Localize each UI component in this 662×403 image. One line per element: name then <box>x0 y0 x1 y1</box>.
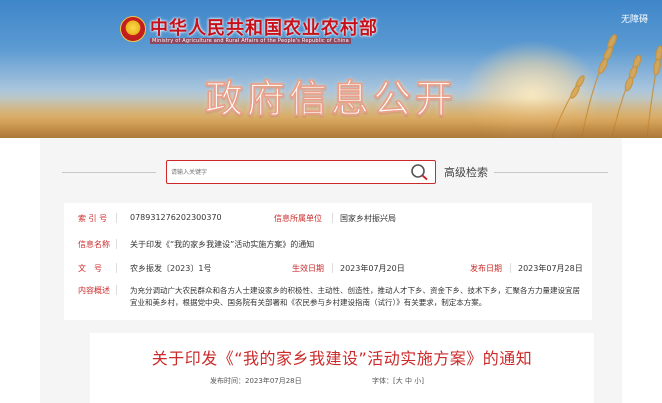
font-size-controls: 字体：[大 中 小] <box>372 376 424 386</box>
divider <box>332 263 333 273</box>
name-value: 关于印发《“我的家乡我建设”活动实施方案》的通知 <box>130 240 315 249</box>
divider-right <box>494 172 608 173</box>
search-input[interactable] <box>171 163 401 181</box>
index-value: 078931276202300370 <box>130 213 222 222</box>
divider <box>116 239 117 249</box>
divider <box>116 263 117 273</box>
font-medium-button[interactable]: 中 <box>405 377 412 385</box>
search-bar <box>166 160 436 184</box>
font-large-button[interactable]: 大 <box>396 377 403 385</box>
divider <box>116 213 117 223</box>
index-label: 索 引 号 <box>78 214 108 223</box>
header-banner: 中华人民共和国农业农村部 Ministry of Agriculture and… <box>0 0 662 138</box>
divider-left <box>62 172 156 173</box>
divider <box>510 263 511 273</box>
publish-date-value: 2023年07月28日 <box>518 264 583 273</box>
org-label: 信息所属单位 <box>274 214 322 223</box>
document-info-table: 索 引 号 078931276202300370 信息所属单位 国家乡村振兴局 … <box>64 203 592 320</box>
article-header: 关于印发《“我的家乡我建设”活动实施方案》的通知 发布时间：2023年07月28… <box>90 333 594 403</box>
summary-label: 内容概述 <box>78 286 110 295</box>
font-size-label: 字体：[ <box>372 377 396 385</box>
national-emblem-icon <box>120 16 146 42</box>
advanced-search-link[interactable]: 高级检索 <box>444 164 488 180</box>
doc-number-value: 农乡振发〔2023〕1号 <box>130 264 212 273</box>
divider <box>332 213 333 223</box>
publish-date-label: 发布日期 <box>470 264 502 273</box>
summary-value: 为充分调动广大农民群众和各方人士建设家乡的积极性、主动性、创造性，推动人才下乡、… <box>130 286 580 307</box>
name-label: 信息名称 <box>78 240 110 249</box>
font-size-close: ] <box>421 377 424 385</box>
section-title: 政府信息公开 <box>204 77 457 122</box>
publish-time: 发布时间：2023年07月28日 <box>210 377 302 385</box>
effective-date-label: 生效日期 <box>292 264 324 273</box>
effective-date-value: 2023年07月20日 <box>340 264 405 273</box>
ministry-name-en: Ministry of Agriculture and Rural Affair… <box>150 38 351 44</box>
article-title: 关于印发《“我的家乡我建设”活动实施方案》的通知 <box>151 349 533 368</box>
org-value: 国家乡村振兴局 <box>340 214 396 223</box>
doc-number-label: 文 号 <box>78 264 102 273</box>
accessibility-link[interactable]: 无障碍 <box>621 12 648 25</box>
search-icon[interactable] <box>407 163 431 181</box>
ministry-name[interactable]: 中华人民共和国农业农村部 <box>150 14 378 40</box>
divider <box>116 285 117 295</box>
